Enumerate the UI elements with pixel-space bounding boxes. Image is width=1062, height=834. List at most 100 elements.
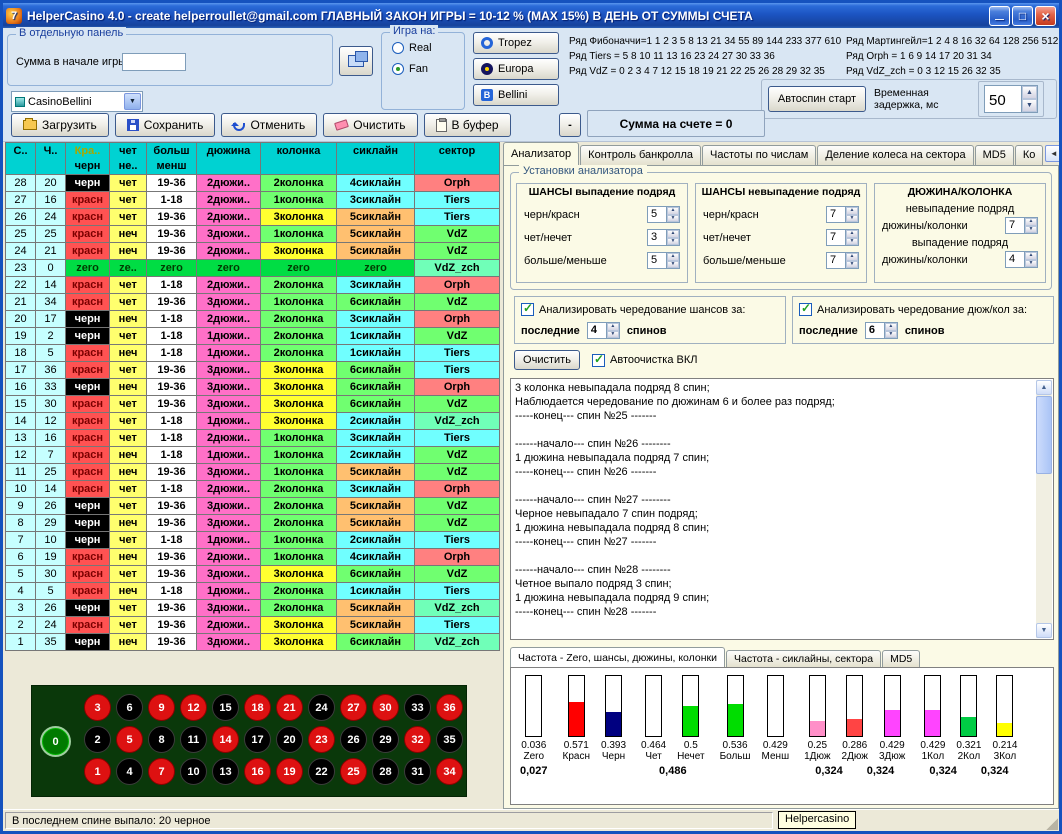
board-number-17[interactable]: 17 <box>244 726 271 753</box>
spinner-down-button[interactable] <box>1025 226 1037 234</box>
tab-scroll-left-button[interactable] <box>1045 145 1059 162</box>
board-number-20[interactable]: 20 <box>276 726 303 753</box>
radio-real-circle[interactable] <box>392 42 404 54</box>
scroll-down-button[interactable] <box>1036 623 1052 638</box>
board-number-22[interactable]: 22 <box>308 758 335 785</box>
resize-grip[interactable] <box>1045 817 1058 830</box>
tab-3[interactable]: Частоты по числам <box>702 145 816 165</box>
analyzer-spinner-3-2[interactable]: 7 <box>1005 217 1038 234</box>
freq-tab-2[interactable]: Частота - сиклайны, сектора <box>726 650 881 667</box>
freq-tab-1[interactable]: Частота - Zero, шансы, дюжины, колонки <box>510 647 725 667</box>
board-number-21[interactable]: 21 <box>276 694 303 721</box>
board-number-35[interactable]: 35 <box>436 726 463 753</box>
spinner-down-button[interactable] <box>667 261 679 269</box>
spinner-up-button[interactable] <box>885 323 897 331</box>
board-number-19[interactable]: 19 <box>276 758 303 785</box>
board-number-9[interactable]: 9 <box>148 694 175 721</box>
delay-spinner[interactable]: 50 <box>984 85 1038 113</box>
spinner-up-button[interactable] <box>667 253 679 261</box>
analyzer-spinner-1-3[interactable]: 5 <box>647 252 680 269</box>
board-number-36[interactable]: 36 <box>436 694 463 721</box>
minimize-button[interactable] <box>989 6 1010 26</box>
board-number-7[interactable]: 7 <box>148 758 175 785</box>
detach-panel-button[interactable] <box>339 46 373 76</box>
last-spins-dozens-spinner[interactable]: 6 <box>865 322 898 339</box>
delay-spinner-down-button[interactable] <box>1022 99 1037 112</box>
toolbar-button-2[interactable]: Сохранить <box>115 113 216 137</box>
casino-select[interactable]: CasinoBellini <box>11 91 143 112</box>
board-number-12[interactable]: 12 <box>180 694 207 721</box>
tab-2[interactable]: Контроль банкролла <box>580 145 701 165</box>
spinner-down-button[interactable] <box>846 215 858 223</box>
board-number-11[interactable]: 11 <box>180 726 207 753</box>
board-number-6[interactable]: 6 <box>116 694 143 721</box>
casino-button-bellini[interactable]: Bellini <box>473 84 559 106</box>
spinner-down-button[interactable] <box>607 331 619 339</box>
log-scrollbar[interactable] <box>1036 380 1052 638</box>
analyze-chances-checkbox[interactable] <box>521 303 534 316</box>
scrollbar-thumb[interactable] <box>1036 396 1052 474</box>
analyzer-spinner-1-2[interactable]: 3 <box>647 229 680 246</box>
autospin-start-button[interactable]: Автоспин старт <box>768 86 866 112</box>
board-number-4[interactable]: 4 <box>116 758 143 785</box>
spinner-up-button[interactable] <box>1025 252 1037 260</box>
board-number-2[interactable]: 2 <box>84 726 111 753</box>
autoclean-checkbox[interactable] <box>592 354 605 367</box>
delay-spinner-up-button[interactable] <box>1022 86 1037 99</box>
collapse-panel-button[interactable]: - <box>559 113 581 137</box>
spinner-down-button[interactable] <box>667 215 679 223</box>
tab-5[interactable]: MD5 <box>975 145 1014 165</box>
board-number-29[interactable]: 29 <box>372 726 399 753</box>
radio-fan[interactable]: Fan <box>392 63 464 75</box>
spinner-up-button[interactable] <box>667 230 679 238</box>
board-number-34[interactable]: 34 <box>436 758 463 785</box>
toolbar-button-1[interactable]: Загрузить <box>11 113 109 137</box>
analyzer-spinner-1-1[interactable]: 5 <box>647 206 680 223</box>
spinner-down-button[interactable] <box>667 238 679 246</box>
toolbar-button-3[interactable]: Отменить <box>221 113 317 137</box>
board-number-14[interactable]: 14 <box>212 726 239 753</box>
board-number-16[interactable]: 16 <box>244 758 271 785</box>
freq-tab-3[interactable]: MD5 <box>882 650 920 667</box>
board-number-32[interactable]: 32 <box>404 726 431 753</box>
maximize-button[interactable] <box>1012 6 1033 26</box>
tab-4[interactable]: Деление колеса на сектора <box>817 145 973 165</box>
spinner-up-button[interactable] <box>607 323 619 331</box>
start-sum-input[interactable] <box>122 53 186 71</box>
toolbar-button-5[interactable]: В буфер <box>424 113 511 137</box>
casino-button-europa[interactable]: Europa <box>473 58 559 80</box>
scroll-up-button[interactable] <box>1036 380 1052 395</box>
board-number-13[interactable]: 13 <box>212 758 239 785</box>
board-number-10[interactable]: 10 <box>180 758 207 785</box>
spinner-up-button[interactable] <box>667 207 679 215</box>
board-number-18[interactable]: 18 <box>244 694 271 721</box>
board-number-27[interactable]: 27 <box>340 694 367 721</box>
spinner-down-button[interactable] <box>846 238 858 246</box>
board-number-25[interactable]: 25 <box>340 758 367 785</box>
board-number-1[interactable]: 1 <box>84 758 111 785</box>
radio-fan-circle[interactable] <box>392 63 404 75</box>
close-button[interactable] <box>1035 6 1056 26</box>
last-spins-chances-spinner[interactable]: 4 <box>587 322 620 339</box>
board-number-0[interactable]: 0 <box>42 728 69 755</box>
tab-1[interactable]: Анализатор <box>503 142 579 165</box>
board-number-24[interactable]: 24 <box>308 694 335 721</box>
board-number-5[interactable]: 5 <box>116 726 143 753</box>
spinner-up-button[interactable] <box>846 253 858 261</box>
board-number-8[interactable]: 8 <box>148 726 175 753</box>
analyzer-spinner-2-3[interactable]: 7 <box>826 252 859 269</box>
board-number-23[interactable]: 23 <box>308 726 335 753</box>
board-number-3[interactable]: 3 <box>84 694 111 721</box>
board-number-30[interactable]: 30 <box>372 694 399 721</box>
board-number-31[interactable]: 31 <box>404 758 431 785</box>
analyzer-spinner-2-2[interactable]: 7 <box>826 229 859 246</box>
spinner-up-button[interactable] <box>1025 218 1037 226</box>
combo-dropdown-button[interactable] <box>124 93 141 110</box>
spinner-down-button[interactable] <box>885 331 897 339</box>
analyze-dozens-checkbox[interactable] <box>799 303 812 316</box>
analyzer-spinner-3-4[interactable]: 4 <box>1005 251 1038 268</box>
radio-real[interactable]: Real <box>392 42 464 54</box>
toolbar-button-4[interactable]: Очистить <box>323 113 417 137</box>
casino-button-tropez[interactable]: Tropez <box>473 32 559 54</box>
spinner-up-button[interactable] <box>846 230 858 238</box>
